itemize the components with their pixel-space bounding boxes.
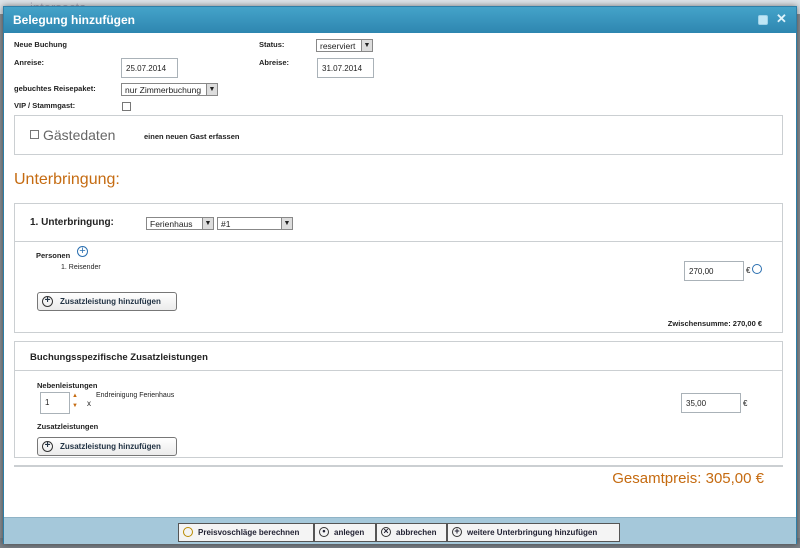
reisepaket-label: gebuchtes Reisepaket:: [14, 84, 96, 93]
close-icon[interactable]: ✕: [776, 12, 787, 25]
nebenleistung-price-input[interactable]: 35,00: [681, 393, 741, 413]
vip-checkbox[interactable]: [122, 102, 131, 111]
buchung-zusatzleistungen-panel: Buchungsspezifische Zusatzleistungen Neb…: [14, 341, 783, 458]
status-label: Status:: [259, 40, 285, 49]
reisepaket-value: nur Zimmerbuchung: [125, 85, 202, 95]
personen-label: Personen: [36, 251, 71, 260]
status-value: reserviert: [320, 41, 356, 51]
unterbringung-add-label: Zusatzleistung hinzufügen: [60, 297, 161, 306]
qty-stepper[interactable]: 1: [40, 392, 70, 414]
reisender-label: 1. Reisender: [61, 264, 101, 271]
dialog-title: Belegung hinzufügen: [13, 13, 135, 27]
minimize-icon[interactable]: [758, 15, 768, 25]
unterbringung-type-value: Ferienhaus: [150, 219, 193, 229]
gaestedaten-checkbox[interactable]: [30, 130, 39, 139]
belegung-dialog: Belegung hinzufügen ✕ Neue Buchung Anrei…: [3, 6, 797, 544]
lightbulb-icon: [183, 527, 193, 537]
buchung-add-label: Zusatzleistung hinzufügen: [60, 442, 161, 451]
unterbringung-heading: Unterbringung:: [14, 171, 120, 188]
buchung-header: Buchungsspezifische Zusatzleistungen: [15, 342, 782, 371]
cancel-icon: ×: [381, 527, 391, 537]
stepper-arrows-icon[interactable]: ▲ ▼: [72, 391, 78, 411]
abreise-label: Abreise:: [259, 58, 290, 67]
save-icon: •: [319, 527, 329, 537]
divider: [14, 465, 783, 467]
neuen-gast-link[interactable]: einen neuen Gast erfassen: [144, 132, 239, 141]
buchung-add-zusatzleistung-button[interactable]: + Zusatzleistung hinzufügen: [37, 437, 177, 456]
unterbringung-type-select[interactable]: Ferienhaus ▼: [146, 217, 214, 230]
unterbringung-item-title: 1. Unterbringung:: [30, 217, 114, 228]
nebenleistung-item-name: Endreinigung Ferienhaus: [96, 392, 175, 399]
abreise-input[interactable]: 31.07.2014: [317, 58, 374, 78]
dialog-titlebar: Belegung hinzufügen ✕: [4, 7, 796, 33]
weitere-unterbringung-button[interactable]: + weitere Unterbringung hinzufügen: [447, 523, 620, 542]
preisvorschlaege-button[interactable]: Preisvoschläge berechnen: [178, 523, 314, 542]
preisvorschlaege-label: Preisvoschläge berechnen: [198, 528, 300, 537]
reisepaket-select[interactable]: nur Zimmerbuchung ▼: [121, 83, 218, 96]
unterbringung-number-value: #1: [221, 219, 231, 229]
unterbringung-add-zusatzleistung-button[interactable]: + Zusatzleistung hinzufügen: [37, 292, 177, 311]
buchung-title: Buchungsspezifische Zusatzleistungen: [30, 352, 208, 363]
weitere-unterbringung-label: weitere Unterbringung hinzufügen: [467, 528, 598, 537]
unterbringung-number-select[interactable]: #1 ▼: [217, 217, 293, 230]
status-select[interactable]: reserviert ▼: [316, 39, 373, 52]
nebenleistung-currency: €: [743, 399, 748, 408]
chevron-down-icon: ▼: [206, 84, 217, 95]
abbrechen-button[interactable]: × abbrechen: [376, 523, 447, 542]
gaestedaten-panel: Gästedaten einen neuen Gast erfassen: [14, 115, 783, 155]
chevron-down-icon: ▼: [202, 218, 213, 229]
zwischensumme: Zwischensumme: 270,00 €: [667, 319, 762, 328]
gaestedaten-title: Gästedaten: [43, 127, 116, 143]
price-lookup-icon[interactable]: [752, 264, 762, 274]
chevron-down-icon: ▼: [281, 218, 292, 229]
chevron-down-icon: ▼: [361, 40, 372, 51]
add-icon: +: [42, 441, 53, 452]
vip-label: VIP / Stammgast:: [14, 101, 76, 110]
add-icon: +: [42, 296, 53, 307]
anlegen-button[interactable]: • anlegen: [314, 523, 376, 542]
qty-x: x: [87, 399, 91, 408]
unterbringung-panel: 1. Unterbringung: Ferienhaus ▼ #1 ▼ Pers…: [14, 203, 783, 333]
unterbringung-price-input[interactable]: 270,00: [684, 261, 744, 281]
anlegen-label: anlegen: [334, 528, 365, 537]
anreise-input[interactable]: 25.07.2014: [121, 58, 178, 78]
nebenleistungen-label: Nebenleistungen: [37, 381, 98, 390]
add-icon: +: [452, 527, 462, 537]
dialog-footer: Preisvoschläge berechnen • anlegen × abb…: [4, 517, 796, 544]
unterbringung-currency: €: [746, 266, 751, 275]
neue-buchung-label: Neue Buchung: [14, 40, 67, 49]
anreise-label: Anreise:: [14, 58, 45, 67]
unterbringung-header: 1. Unterbringung: Ferienhaus ▼ #1 ▼: [15, 204, 782, 242]
add-person-icon[interactable]: +: [77, 246, 88, 257]
gesamtpreis: Gesamtpreis: 305,00 €: [612, 470, 764, 487]
zusatzleistungen-label: Zusatzleistungen: [37, 422, 99, 431]
abbrechen-label: abbrechen: [396, 528, 437, 537]
